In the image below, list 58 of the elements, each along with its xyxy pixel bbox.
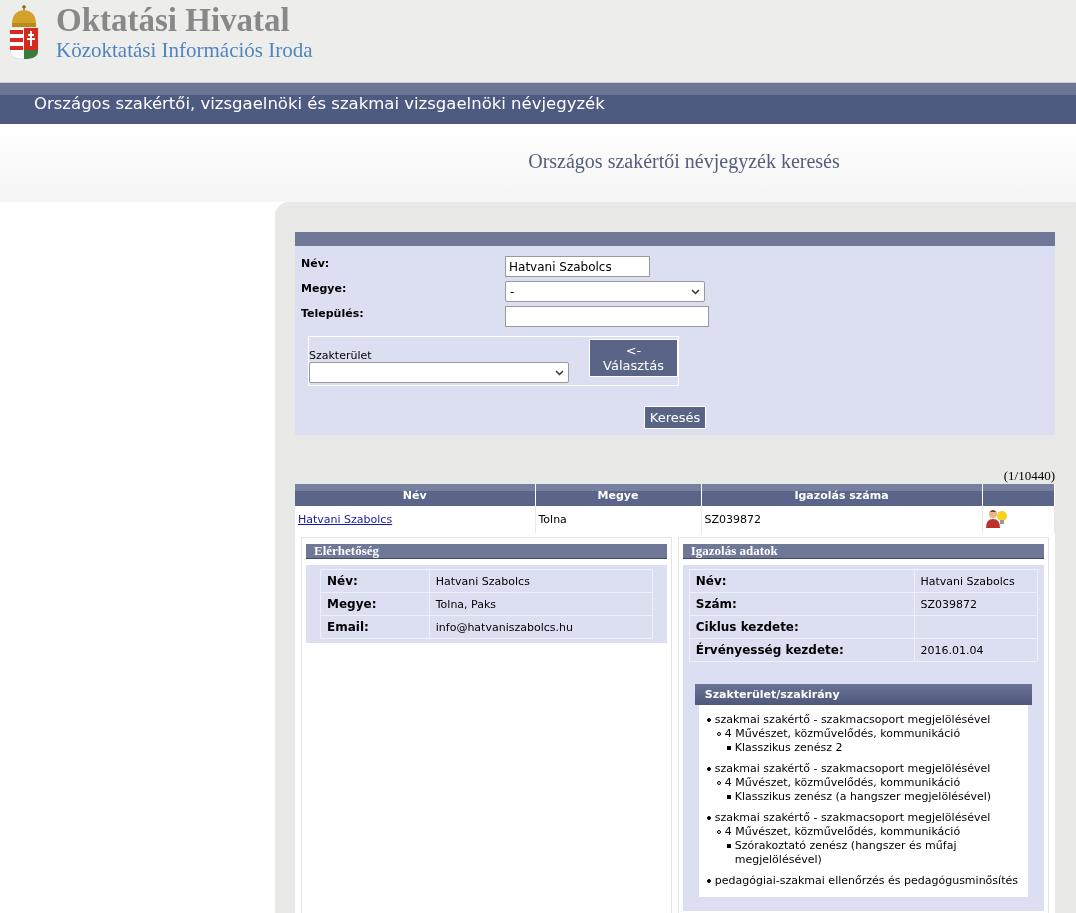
bullet-icon [726,844,731,848]
specialty-text: Klasszikus zenész 2 [734,741,843,755]
person-lightbulb-icon [985,507,1008,529]
section-title: Szakterület/szakirány [694,684,1032,705]
specialty-text: szakmai szakértő - szakmacsoport megjelölésével [714,762,991,776]
field-value: Hatvani Szabolcs [429,569,653,593]
field-value: Tolna, Paks [429,592,653,616]
field-value: info@hatvaniszabolcs.hu [429,615,653,639]
field-label: Érvényesség kezdete: [689,638,914,662]
chevron-down-icon [691,288,700,295]
bullet-icon [706,718,711,722]
crest-icon [8,4,40,60]
county-select[interactable]: - [505,281,705,302]
field-label: Szám: [689,592,914,616]
bullet-icon [706,767,711,771]
site-title: Oktatási Hivatal [56,4,291,36]
section-title: Igazolás adatok [682,544,1044,559]
field-value: Hatvani Szabolcs [914,569,1037,593]
table-cell: SZ039872 [701,506,982,533]
field-value: SZ039872 [914,592,1037,616]
field-label: Megye: [320,592,430,616]
bullet-icon [726,795,731,799]
bullet-icon [706,816,711,820]
bullet-icon [726,746,731,750]
column-header: Név [295,484,535,506]
specialty-text: szakmai szakértő - szakmacsoport megjelölésével [714,811,991,825]
specialty-text: szakmai szakértő - szakmacsoport megjelölésével [714,713,991,727]
section-title: Elérhetőség [306,544,667,559]
field-label: Település: [301,306,365,320]
specialty-text: 4 Művészet, közművelődés, kommunikáció [724,825,961,839]
specialty-text: 4 Művészet, közművelődés, kommunikáció [724,727,961,741]
specialty-label: Szakterület [309,349,373,362]
field-value: 2016.01.04 [914,638,1037,662]
field-label: Név: [689,569,914,593]
column-header: Igazolás száma [701,484,982,506]
page-title: Országos szakértői névjegyzék keresés [528,150,840,174]
site-subtitle: Közoktatási Információs Iroda [56,37,313,64]
table-cell: Tolna [535,506,701,533]
choose-button[interactable]: <- Választás [589,339,678,377]
specialty-select[interactable] [309,362,569,383]
specialty-text: 4 Művészet, közművelődés, kommunikáció [724,776,961,790]
specialty-text: Klasszikus zenész (a hangszer megjelölésével) [734,790,992,804]
bullet-icon [706,879,711,883]
field-label: Megye: [301,281,348,295]
specialty-text: Szórakoztató zenész (hangszer és műfaj megjelölésével) [734,839,958,867]
field-label: Ciklus kezdete: [689,615,914,639]
field-label: Név: [301,256,331,270]
specialty-text: pedagógiai-szakmai ellenőrzés és pedagógusminősítés [714,874,1018,888]
field-label: Email: [320,615,430,639]
input-field[interactable] [505,306,709,327]
input-field[interactable]: Hatvani Szabolcs [505,256,650,277]
name-link[interactable]: Hatvani Szabolcs [298,513,393,526]
result-count: (1/10440) [1002,468,1055,484]
banner-title: Országos szakértői, vizsgaelnöki és szakmai vizsgaelnöki névjegyzék [34,94,605,113]
search-button[interactable]: Keresés [643,406,707,429]
field-label: Név: [320,569,430,593]
chevron-down-icon [555,369,564,376]
column-header: Megye [535,484,701,506]
